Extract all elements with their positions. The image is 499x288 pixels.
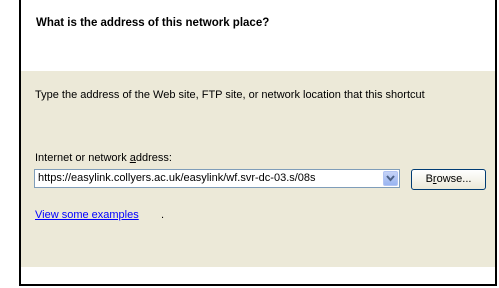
browse-label-part2: owse... (436, 173, 472, 185)
address-label: Internet or network address: (35, 152, 172, 164)
wizard-content: Type the address of the Web site, FTP si… (21, 70, 495, 267)
wizard-header: What is the address of this network plac… (21, 0, 495, 44)
address-input[interactable]: https://easylink.collyers.ac.uk/easylink… (38, 172, 377, 184)
dropdown-button[interactable] (383, 171, 398, 186)
address-label-part1: Internet or network (35, 152, 130, 164)
instruction-text: Type the address of the Web site, FTP si… (35, 89, 425, 101)
address-label-part2: ddress: (135, 152, 172, 164)
browse-button[interactable]: Browse... (411, 169, 486, 190)
wizard-page: What is the address of this network plac… (19, 0, 497, 286)
chevron-down-icon (386, 175, 395, 182)
page-title: What is the address of this network plac… (36, 17, 270, 29)
address-combobox[interactable]: https://easylink.collyers.ac.uk/easylink… (34, 169, 400, 188)
view-examples-link[interactable]: View some examples (35, 209, 139, 221)
browse-label-part1: B (425, 173, 433, 185)
examples-period: . (161, 209, 165, 221)
